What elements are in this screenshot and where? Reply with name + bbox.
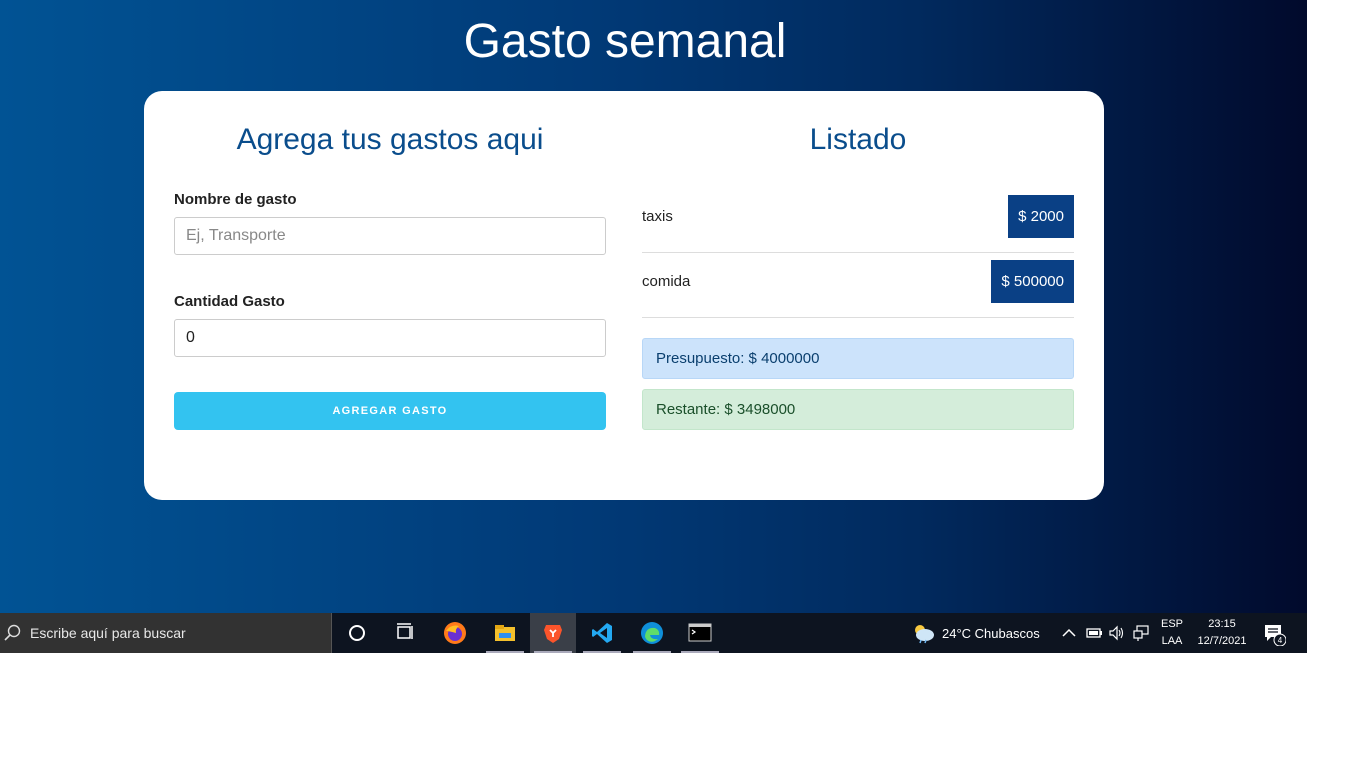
- running-indicator: [486, 651, 524, 653]
- expense-item-name: taxis: [642, 208, 673, 225]
- expense-amount-label: Cantidad Gasto: [174, 293, 285, 310]
- file-explorer-icon: [495, 625, 515, 641]
- notification-icon: 4: [1265, 625, 1287, 647]
- expense-item-name: comida: [642, 273, 691, 290]
- volume-icon[interactable]: [1108, 623, 1126, 643]
- terminal-icon: [688, 623, 712, 642]
- running-indicator: [681, 651, 719, 653]
- expense-name-input[interactable]: [174, 217, 606, 255]
- app-background: Gasto semanal Agrega tus gastos aqui Nom…: [0, 0, 1307, 613]
- taskbar-search-box[interactable]: Escribe aquí para buscar: [0, 613, 332, 653]
- taskbar-file-explorer[interactable]: [482, 613, 528, 653]
- expense-item-amount-badge: $ 500000: [991, 260, 1074, 303]
- notification-count: 4: [1278, 636, 1283, 645]
- expense-list-item: taxis $ 2000: [642, 188, 1074, 253]
- taskbar-brave[interactable]: [530, 613, 576, 653]
- windows-taskbar: Escribe aquí para buscar 24°C Chubascos …: [0, 613, 1307, 653]
- running-indicator: [534, 651, 572, 653]
- main-card: Agrega tus gastos aqui Nombre de gasto C…: [144, 91, 1104, 500]
- action-center-button[interactable]: 4: [1262, 622, 1287, 651]
- taskbar-search-placeholder: Escribe aquí para buscar: [30, 625, 186, 641]
- firefox-icon: [444, 622, 466, 644]
- cortana-button[interactable]: [334, 613, 380, 653]
- weather-text[interactable]: 24°C Chubascos: [942, 626, 1040, 641]
- running-indicator: [583, 651, 621, 653]
- weather-cloud-icon: [915, 625, 934, 644]
- form-title: Agrega tus gastos aqui: [236, 123, 544, 156]
- task-view-icon: [397, 623, 413, 639]
- cortana-circle-icon: [349, 625, 365, 641]
- screen: Gasto semanal Agrega tus gastos aqui Nom…: [0, 0, 1307, 653]
- clock-time[interactable]: 23:15: [1192, 618, 1252, 630]
- vscode-icon: [592, 623, 612, 643]
- page-title: Gasto semanal: [463, 15, 787, 68]
- clock-date[interactable]: 12/7/2021: [1192, 635, 1252, 647]
- brave-icon: [544, 625, 562, 643]
- task-view-button[interactable]: [382, 613, 428, 653]
- list-title: Listado: [809, 123, 907, 156]
- remaining-alert: Restante: $ 3498000: [642, 389, 1074, 430]
- taskbar-edge[interactable]: [629, 613, 675, 653]
- expense-amount-input[interactable]: [174, 319, 606, 357]
- budget-alert: Presupuesto: $ 4000000: [642, 338, 1074, 379]
- running-indicator: [633, 651, 671, 653]
- expense-item-amount-badge: $ 2000: [1008, 195, 1074, 238]
- taskbar-firefox[interactable]: [432, 613, 478, 653]
- expense-name-label: Nombre de gasto: [174, 191, 297, 208]
- keyboard-layout[interactable]: LAA: [1160, 635, 1184, 647]
- input-language[interactable]: ESP: [1160, 618, 1184, 630]
- taskbar-terminal[interactable]: [677, 613, 723, 653]
- edge-icon: [641, 622, 663, 644]
- chevron-up-icon[interactable]: [1061, 623, 1077, 643]
- search-icon: [4, 624, 21, 641]
- battery-icon[interactable]: [1085, 623, 1103, 643]
- taskbar-vscode[interactable]: [579, 613, 625, 653]
- expense-list-item: comida $ 500000: [642, 253, 1074, 318]
- add-expense-button[interactable]: AGREGAR GASTO: [174, 392, 606, 430]
- network-icon[interactable]: [1132, 623, 1150, 643]
